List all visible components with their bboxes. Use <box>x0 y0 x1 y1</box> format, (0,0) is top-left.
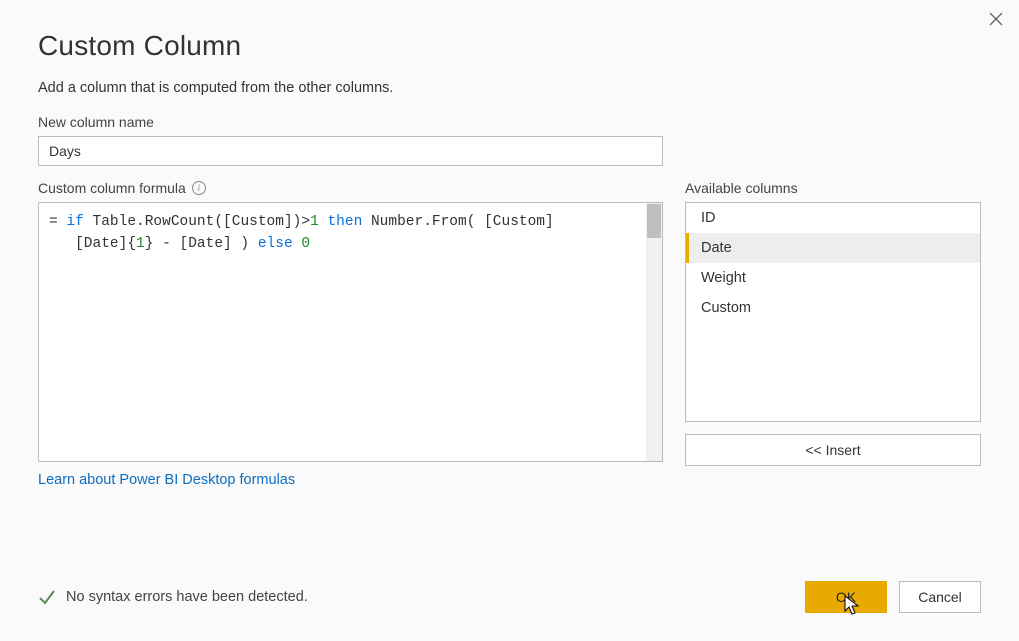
check-icon <box>38 588 56 606</box>
list-item[interactable]: Custom <box>686 293 980 323</box>
list-item[interactable]: Weight <box>686 263 980 293</box>
list-item[interactable]: ID <box>686 203 980 233</box>
insert-button[interactable]: << Insert <box>685 434 981 466</box>
status-row: No syntax errors have been detected. <box>38 588 308 606</box>
dialog-title: Custom Column <box>38 30 981 62</box>
custom-column-dialog: Custom Column Add a column that is compu… <box>0 0 1019 641</box>
formula-label: Custom column formula <box>38 180 186 196</box>
available-columns-list[interactable]: IDDateWeightCustom <box>685 202 981 422</box>
new-column-name-input[interactable] <box>38 136 663 166</box>
close-icon <box>989 12 1003 26</box>
ok-button[interactable]: OK <box>805 581 887 613</box>
close-button[interactable] <box>985 8 1007 30</box>
ok-label: OK <box>836 589 856 605</box>
formula-content: = if Table.RowCount([Custom])>1 then Num… <box>39 203 662 264</box>
new-column-name-label: New column name <box>38 114 981 130</box>
list-item[interactable]: Date <box>686 233 980 263</box>
scrollbar-thumb[interactable] <box>647 204 661 238</box>
available-columns-label: Available columns <box>685 180 981 196</box>
info-icon[interactable]: i <box>192 181 206 195</box>
learn-formulas-link[interactable]: Learn about Power BI Desktop formulas <box>38 472 663 488</box>
cancel-button[interactable]: Cancel <box>899 581 981 613</box>
formula-scrollbar[interactable] <box>646 203 662 461</box>
formula-editor[interactable]: = if Table.RowCount([Custom])>1 then Num… <box>38 202 663 462</box>
dialog-subtitle: Add a column that is computed from the o… <box>38 80 981 96</box>
status-text: No syntax errors have been detected. <box>66 589 308 605</box>
